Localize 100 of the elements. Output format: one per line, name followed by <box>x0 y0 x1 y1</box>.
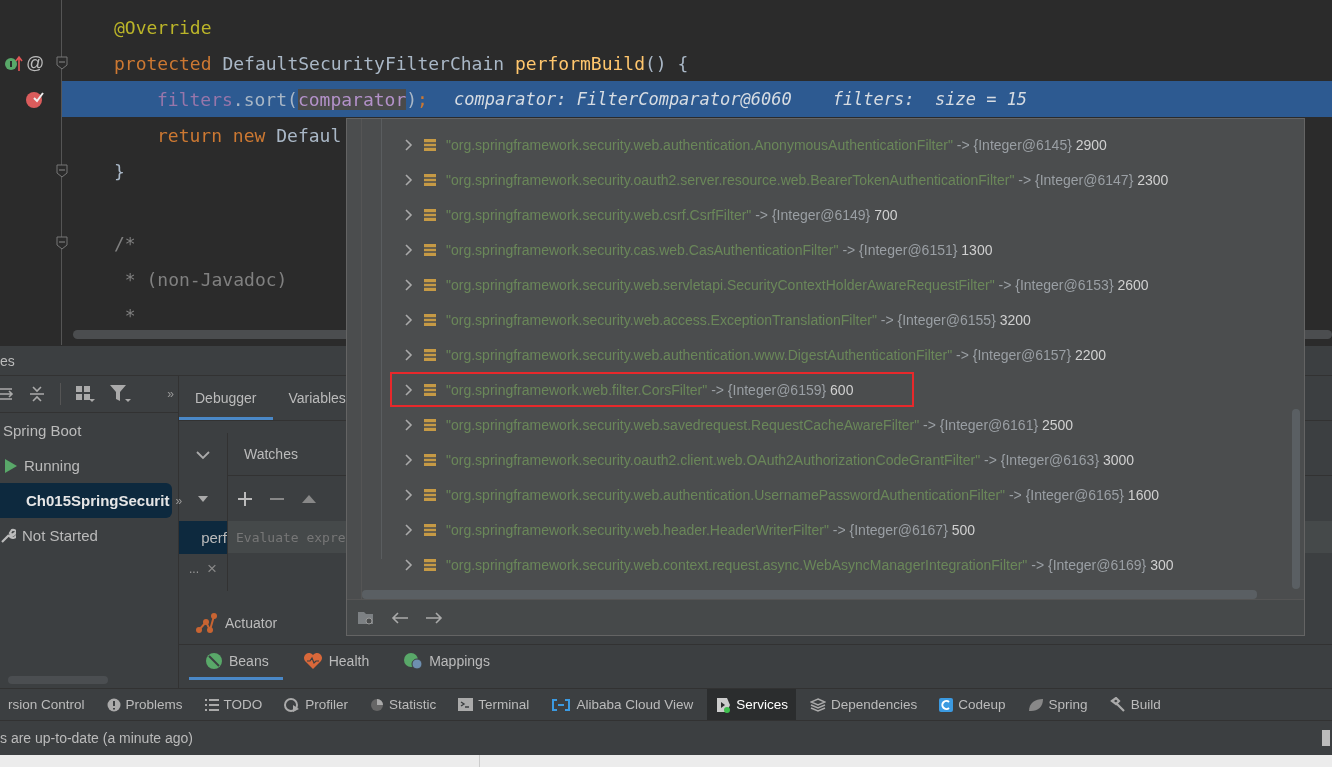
collapse-all-icon[interactable] <box>28 385 46 403</box>
fold-icon[interactable] <box>56 236 68 250</box>
tool-window-button[interactable]: Profiler <box>276 689 357 720</box>
field-icon <box>423 312 437 327</box>
variable-entry: "org.springframework.security.web.servletapi.SecurityContextHolderAwareRequestFilter" -> {Integer@6153} 2600 <box>446 276 1149 293</box>
variable-entry: "org.springframework.security.web.context.request.async.WebAsyncManagerIntegrationFilter" -> {Integer@6169} 300 <box>446 556 1174 573</box>
watches-title: Watches <box>244 446 298 462</box>
implements-icon[interactable] <box>4 54 24 72</box>
variable-row[interactable]: "org.springframework.security.web.authentication.UsernamePasswordAuthenticationFilter" -> {Integer@6165} 1600 <box>390 477 1284 512</box>
tool-window-button[interactable]: Problems <box>98 689 191 720</box>
tab[interactable]: Beans <box>189 645 283 680</box>
tab[interactable]: Debugger <box>179 376 273 420</box>
tool-window-button[interactable]: Alibaba Cloud View <box>543 689 702 720</box>
variable-row[interactable]: "org.springframework.security.web.context.request.async.WebAsyncManagerIntegrationFilter" -> {Integer@6169} 300 <box>390 547 1284 582</box>
code-line: * (non-Javadoc) <box>123 268 288 290</box>
field-icon <box>423 137 437 152</box>
code-line: } <box>114 160 125 182</box>
variable-entry: "org.springframework.security.web.access.ExceptionTranslationFilter" -> {Integer@6155} 3200 <box>446 311 1031 328</box>
folder-icon[interactable] <box>357 609 375 626</box>
tab[interactable]: Health <box>286 645 384 680</box>
variable-row[interactable]: "org.springframework.security.web.access.ExceptionTranslationFilter" -> {Integer@6155} 3200 <box>390 302 1284 337</box>
tree-item[interactable]: Running <box>0 448 172 483</box>
list-icon <box>204 698 219 711</box>
leaf-icon <box>1027 697 1044 712</box>
fold-icon[interactable] <box>56 164 68 178</box>
tool-window-button[interactable]: Spring <box>1019 689 1096 720</box>
variable-row[interactable]: "org.springframework.web.filter.CorsFilter" -> {Integer@6159} 600 <box>390 372 914 407</box>
layers-icon <box>809 697 826 712</box>
chevron-right-icon[interactable] <box>404 558 414 571</box>
chevron-right-icon[interactable] <box>404 348 414 361</box>
group-icon[interactable] <box>75 385 95 403</box>
field-icon <box>423 277 437 292</box>
tab[interactable]: Mappings <box>387 645 504 680</box>
variable-row[interactable]: "org.springframework.security.web.authentication.www.DigestAuthenticationFilter" -> {Integer@6157} 2200 <box>390 337 1284 372</box>
variable-entry: "org.springframework.security.oauth2.server.resource.web.BearerTokenAuthenticationFilter" -> {Integer@6147} 2300 <box>446 171 1169 188</box>
annotation-marker[interactable]: @ <box>26 52 45 74</box>
chevron-right-icon[interactable] <box>404 383 414 396</box>
field-icon <box>423 207 437 222</box>
field-icon <box>423 242 437 257</box>
variable-row[interactable]: "org.springframework.security.web.csrf.CsrfFilter" -> {Integer@6149} 700 <box>390 197 1284 232</box>
tree-item[interactable]: Spring Boot <box>0 413 172 448</box>
hammer-icon <box>1109 696 1126 713</box>
chevron-right-icon[interactable] <box>404 208 414 221</box>
field-icon <box>423 417 437 432</box>
code-line: * <box>123 304 136 326</box>
expand-all-icon[interactable] <box>0 385 14 403</box>
more-frames[interactable]: ... <box>189 562 200 576</box>
chevron-right-icon[interactable] <box>404 313 414 326</box>
scrollbar[interactable] <box>362 590 1257 599</box>
chevron-right-icon[interactable] <box>404 523 414 536</box>
chevron-right-icon[interactable] <box>404 173 414 186</box>
filter-icon[interactable] <box>109 384 131 404</box>
plus-icon[interactable] <box>238 491 252 506</box>
tool-window-button[interactable]: rsion Control <box>0 689 93 720</box>
variable-row[interactable]: "org.springframework.security.oauth2.client.web.OAuth2AuthorizationCodeGrantFilter" -> {Integer@6163} 3000 <box>390 442 1284 477</box>
tool-window-button[interactable]: Services <box>707 689 796 720</box>
variable-row[interactable]: "org.springframework.security.web.header.HeaderWriterFilter" -> {Integer@6167} 500 <box>390 512 1284 547</box>
variable-entry: "org.springframework.security.web.authentication.UsernamePasswordAuthenticationFilter" -> {Integer@6165} 1600 <box>446 486 1159 503</box>
codeup-icon <box>939 697 954 712</box>
variable-row[interactable]: "org.springframework.security.oauth2.server.resource.web.BearerTokenAuthenticationFilter" -> {Integer@6147} 2300 <box>390 162 1284 197</box>
variable-entry: "org.springframework.security.web.savedrequest.RequestCacheAwareFilter" -> {Integer@6161} 2500 <box>446 416 1074 433</box>
arrow-left-icon[interactable] <box>391 610 409 625</box>
tool-window-button[interactable]: Dependencies <box>801 689 926 720</box>
field-icon <box>423 522 437 537</box>
move-up-icon[interactable] <box>302 493 316 504</box>
chevron-right-icon[interactable] <box>404 488 414 501</box>
breakpoint-icon[interactable] <box>25 89 45 109</box>
panel-title: es <box>0 352 15 369</box>
code-line: return new Defaul <box>156 124 342 146</box>
overflow-icon[interactable]: » <box>175 493 183 508</box>
close-icon[interactable]: × <box>207 559 217 579</box>
field-icon <box>423 557 437 572</box>
dropdown-icon[interactable] <box>197 494 209 503</box>
tool-window-button[interactable]: Build <box>1101 689 1169 720</box>
tool-window-button[interactable]: Statistic <box>362 689 445 720</box>
tool-window-button[interactable]: Codeup <box>931 689 1014 720</box>
chevron-down-icon[interactable] <box>196 449 210 460</box>
overflow-icon[interactable]: » <box>167 387 174 401</box>
variable-entry: "org.springframework.security.web.authentication.AnonymousAuthenticationFilter" -> {Integer@6145} 2900 <box>446 136 1107 153</box>
code-line: /* <box>114 232 136 254</box>
actuator-label: Actuator <box>225 614 278 631</box>
variable-row[interactable]: "org.springframework.security.web.authentication.AnonymousAuthenticationFilter" -> {Integer@6145} 2900 <box>390 127 1284 162</box>
arrow-right-icon[interactable] <box>425 610 443 625</box>
fold-icon[interactable] <box>56 56 68 70</box>
variable-row[interactable]: "org.springframework.security.web.servletapi.SecurityContextHolderAwareRequestFilter" -> {Integer@6153} 2600 <box>390 267 1284 302</box>
variable-row[interactable]: "org.springframework.security.web.savedrequest.RequestCacheAwareFilter" -> {Integer@6161} 2500 <box>390 407 1284 442</box>
chevron-right-icon[interactable] <box>404 138 414 151</box>
variable-row[interactable]: "org.springframework.security.cas.web.CasAuthenticationFilter" -> {Integer@6151} 1300 <box>390 232 1284 267</box>
chevron-right-icon[interactable] <box>404 418 414 431</box>
field-icon <box>423 452 437 467</box>
chevron-right-icon[interactable] <box>404 243 414 256</box>
heart-icon <box>302 652 323 670</box>
code-line: @Override <box>114 16 212 38</box>
tree-item[interactable]: Not Started <box>0 518 172 553</box>
tool-window-button[interactable]: TODO <box>196 689 271 720</box>
field-icon <box>423 487 437 502</box>
chevron-right-icon[interactable] <box>404 453 414 466</box>
chevron-right-icon[interactable] <box>404 278 414 291</box>
services-icon <box>715 696 732 713</box>
tool-window-button[interactable]: Terminal <box>450 689 538 720</box>
